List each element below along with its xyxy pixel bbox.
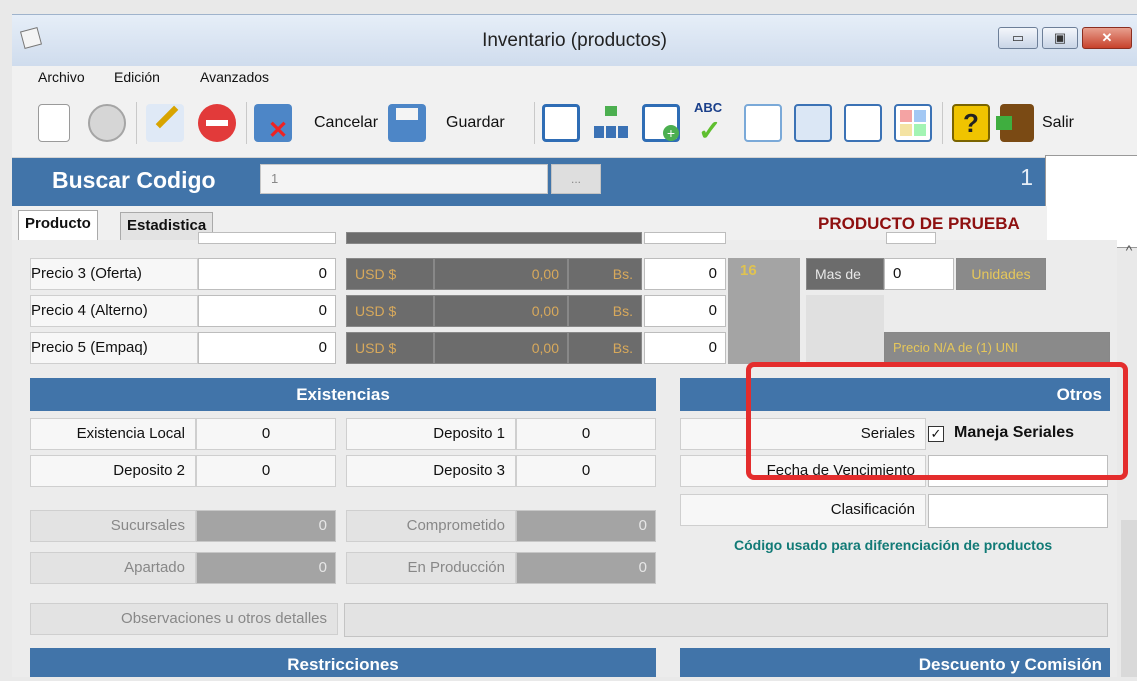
qty-column xyxy=(728,258,800,364)
qty-badge: 16 xyxy=(740,262,757,279)
window-icon[interactable] xyxy=(542,104,580,142)
price4-label: Precio 4 (Alterno) xyxy=(30,295,198,327)
clasificacion-input[interactable] xyxy=(928,494,1108,528)
minimize-button[interactable]: ▭ xyxy=(998,27,1038,49)
product-name: PRODUCTO DE PRUEBA xyxy=(818,214,1020,233)
price5-bs: 0 xyxy=(644,332,726,364)
clasificacion-label: Clasificación xyxy=(680,494,926,526)
restricciones-header: Restricciones xyxy=(30,648,656,677)
existencia-local-value: 0 xyxy=(196,418,336,450)
price3-label: Precio 3 (Oferta) xyxy=(30,258,198,290)
en-produccion-value: 0 xyxy=(516,552,656,584)
toolbar-separator xyxy=(942,102,943,144)
price4-bs-label: Bs. xyxy=(568,295,642,327)
descuento-header: Descuento y Comisión xyxy=(680,648,1110,677)
toolbar-separator xyxy=(534,102,535,144)
toolbar: ✕ Cancelar Guardar + ABC ✓ ? Salir xyxy=(12,88,1137,158)
comprometido-value: 0 xyxy=(516,510,656,542)
new-document-icon[interactable] xyxy=(38,104,70,142)
price3-bs: 0 xyxy=(644,258,726,290)
title-bar: Inventario (productos) ▭ ▣ ✕ xyxy=(12,14,1137,66)
price4-currency: USD $ xyxy=(346,295,434,327)
price4-bs: 0 xyxy=(644,295,726,327)
price5-input[interactable]: 0 xyxy=(198,332,336,364)
sucursales-value: 0 xyxy=(196,510,336,542)
refresh-icon[interactable] xyxy=(88,104,126,142)
add-window-icon[interactable]: + xyxy=(642,104,680,142)
price4-input[interactable]: 0 xyxy=(198,295,336,327)
menu-edicion[interactable]: Edición xyxy=(114,66,160,88)
scrollbar-track[interactable] xyxy=(1121,520,1137,677)
layout-icon[interactable] xyxy=(844,104,882,142)
deposito1-label: Deposito 1 xyxy=(346,418,516,450)
grid-layout-icon[interactable] xyxy=(894,104,932,142)
table-icon[interactable] xyxy=(744,104,782,142)
menu-archivo[interactable]: Archivo xyxy=(38,66,85,88)
existencia-local-label: Existencia Local xyxy=(30,418,196,450)
price4-usd: 0,00 xyxy=(434,295,568,327)
delete-icon[interactable] xyxy=(198,104,236,142)
save-button[interactable]: Guardar xyxy=(446,112,505,134)
comprometido-label: Comprometido xyxy=(346,510,516,542)
side-popup-panel xyxy=(1045,155,1137,248)
price3-currency: USD $ xyxy=(346,258,434,290)
spellcheck-icon[interactable]: ABC ✓ xyxy=(692,100,730,146)
price5-bs-label: Bs. xyxy=(568,332,642,364)
cancel-icon[interactable]: ✕ xyxy=(254,104,292,143)
search-bar: Buscar Codigo 1 ... 1 xyxy=(12,158,1047,206)
close-button[interactable]: ✕ xyxy=(1082,27,1132,49)
deposito3-label: Deposito 3 xyxy=(346,455,516,487)
apartado-label: Apartado xyxy=(30,552,196,584)
apartado-value: 0 xyxy=(196,552,336,584)
price3-usd: 0,00 xyxy=(434,258,568,290)
search-code-input[interactable]: 1 xyxy=(260,164,548,194)
deposito2-label: Deposito 2 xyxy=(30,455,196,487)
existencias-header: Existencias xyxy=(30,378,656,411)
menu-avanzados[interactable]: Avanzados xyxy=(200,66,269,88)
search-browse-button[interactable]: ... xyxy=(551,164,601,194)
observaciones-input[interactable] xyxy=(344,603,1108,637)
empty-cell xyxy=(806,295,884,364)
record-count: 1 xyxy=(1020,164,1033,190)
mas-de-label: Mas de xyxy=(806,258,884,290)
menu-bar: Archivo Edición Avanzados xyxy=(12,66,1137,88)
units-label: Unidades xyxy=(956,258,1046,290)
image-icon[interactable] xyxy=(794,104,832,142)
observaciones-label: Observaciones u otros detalles xyxy=(30,603,338,635)
maximize-button[interactable]: ▣ xyxy=(1042,27,1078,49)
cancel-button[interactable]: Cancelar xyxy=(314,112,378,134)
exit-button[interactable]: Salir xyxy=(1042,112,1074,134)
price5-label: Precio 5 (Empaq) xyxy=(30,332,198,364)
scroll-up-arrow[interactable]: ^ xyxy=(1121,242,1137,258)
bs-field-partial xyxy=(644,232,726,244)
price-field-partial xyxy=(198,232,336,244)
toolbar-separator xyxy=(136,102,137,144)
edit-text-icon[interactable] xyxy=(146,104,184,142)
price3-bs-label: Bs. xyxy=(568,258,642,290)
exit-icon[interactable] xyxy=(996,104,1034,142)
price5-currency: USD $ xyxy=(346,332,434,364)
deposito3-value: 0 xyxy=(516,455,656,487)
deposito1-value: 0 xyxy=(516,418,656,450)
hierarchy-icon[interactable] xyxy=(592,104,630,142)
highlight-annotation xyxy=(746,362,1128,480)
partial-field xyxy=(886,232,936,244)
help-icon[interactable]: ? xyxy=(952,104,990,142)
save-icon[interactable] xyxy=(388,104,426,142)
precio-na-label: Precio N/A de (1) UNI xyxy=(884,332,1110,364)
price3-input[interactable]: 0 xyxy=(198,258,336,290)
window-title: Inventario (productos) xyxy=(482,30,667,51)
mas-de-input[interactable]: 0 xyxy=(884,258,954,290)
search-label: Buscar Codigo xyxy=(52,167,216,193)
clasificacion-note: Código usado para diferenciación de prod… xyxy=(734,537,1053,553)
price-row-partial xyxy=(346,232,642,244)
deposito2-value: 0 xyxy=(196,455,336,487)
tab-producto[interactable]: Producto xyxy=(18,210,98,240)
sucursales-label: Sucursales xyxy=(30,510,196,542)
toolbar-separator xyxy=(246,102,247,144)
en-produccion-label: En Producción xyxy=(346,552,516,584)
price5-usd: 0,00 xyxy=(434,332,568,364)
